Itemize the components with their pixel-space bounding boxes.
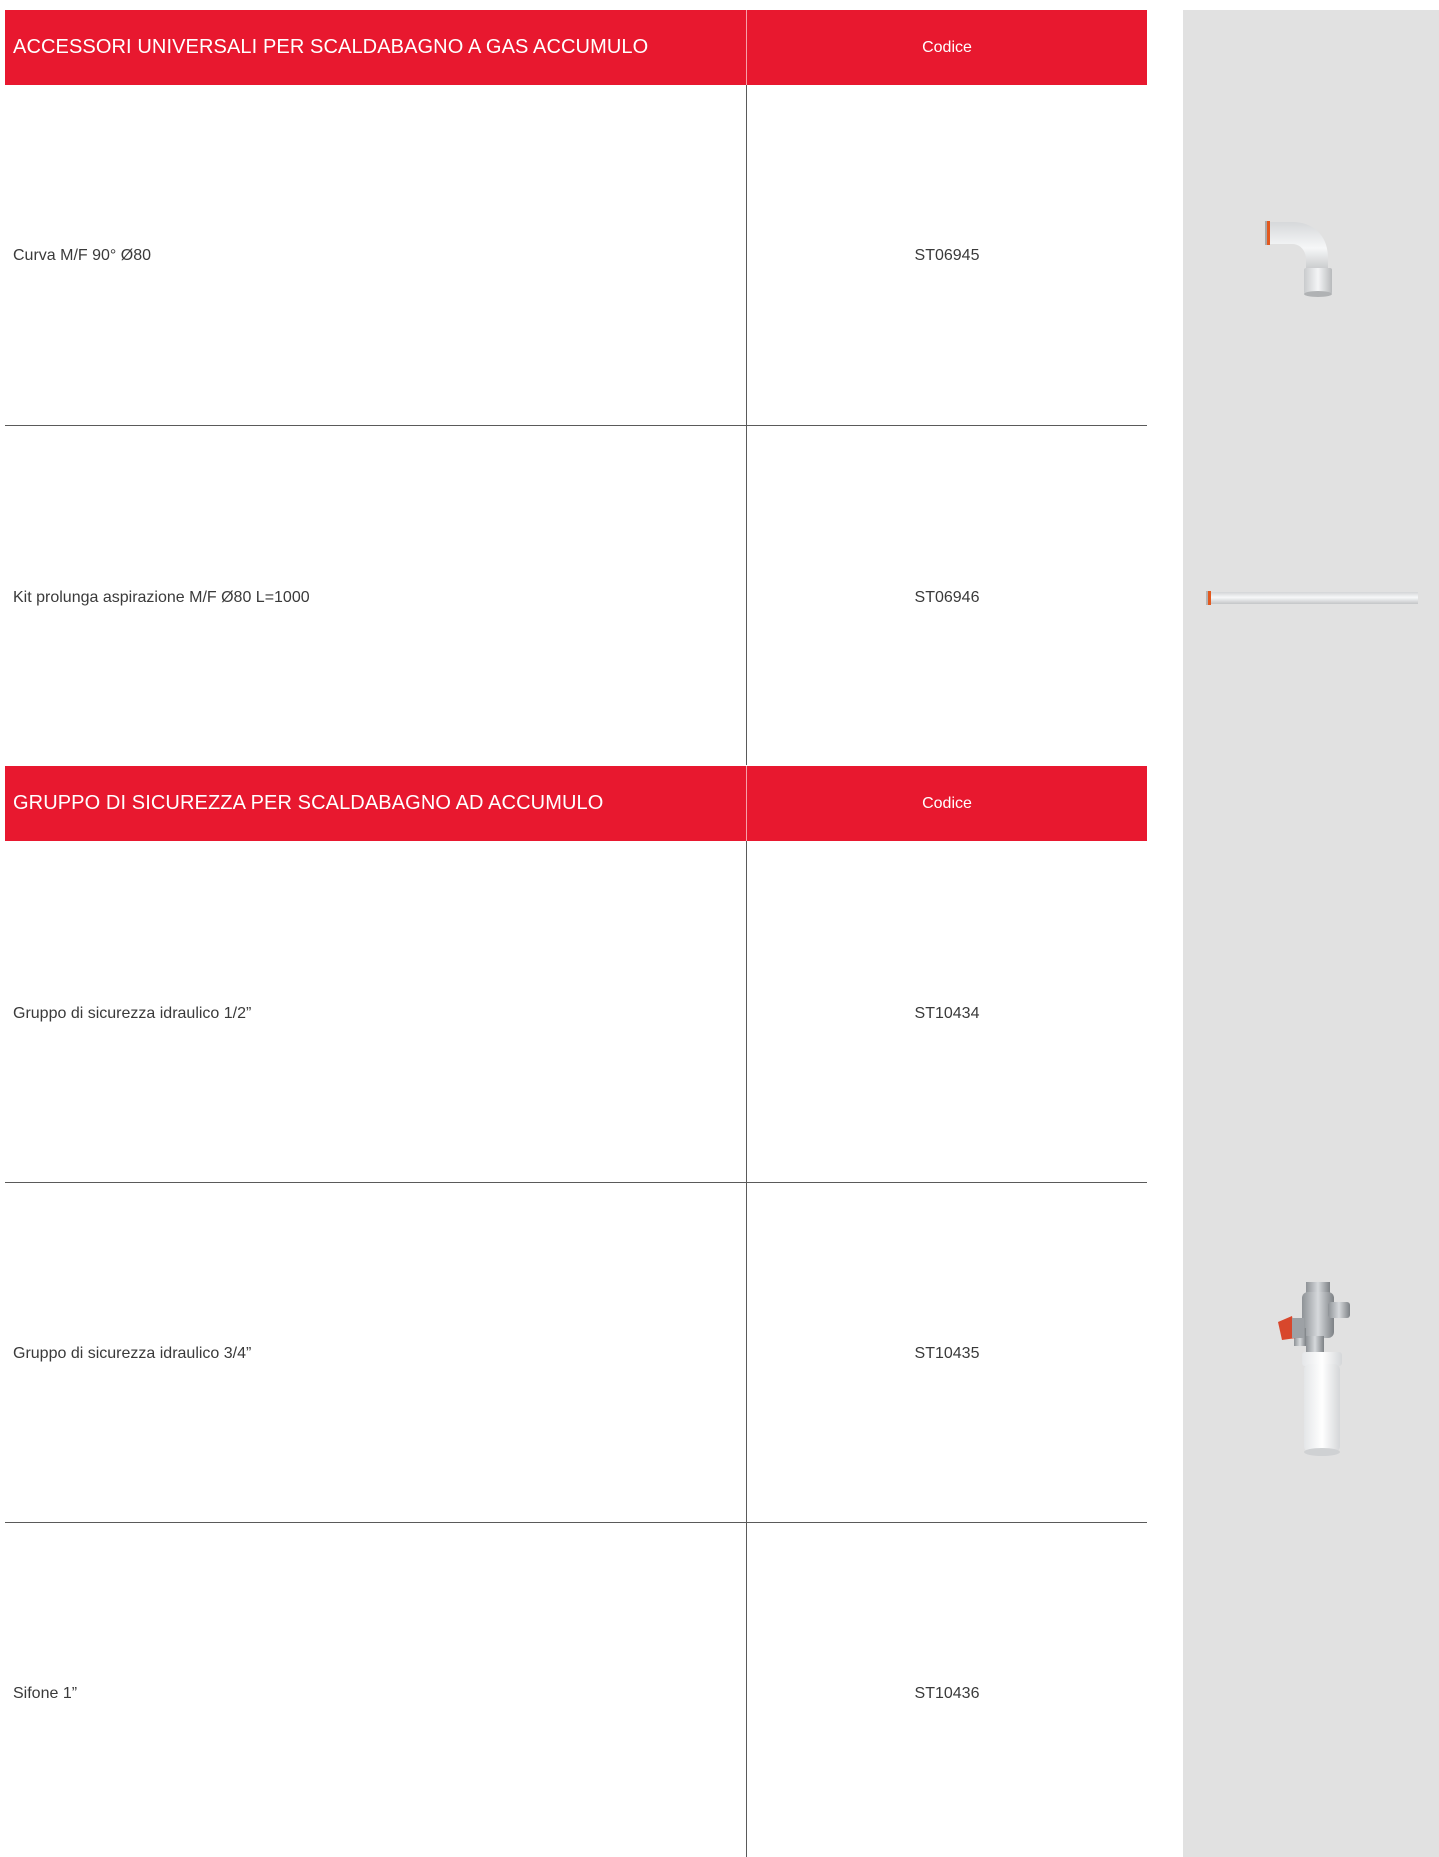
- product-description: Gruppo di sicurezza idraulico 1/2”: [13, 1005, 252, 1022]
- product-code: ST10436: [914, 1685, 980, 1702]
- section-header-accessori: ACCESSORI UNIVERSALI PER SCALDABAGNO A G…: [5, 10, 1147, 85]
- product-description: Sifone 1”: [13, 1685, 78, 1702]
- row-divider: [5, 425, 1147, 426]
- elbow-pipe-image: [1265, 221, 1332, 297]
- product-code: ST10435: [914, 1345, 980, 1362]
- section-title: GRUPPO DI SICUREZZA PER SCALDABAGNO AD A…: [13, 792, 604, 814]
- product-code: ST06946: [914, 589, 980, 606]
- product-description: Curva M/F 90° Ø80: [13, 247, 151, 264]
- product-code: ST10434: [914, 1005, 980, 1022]
- product-description: Gruppo di sicurezza idraulico 3/4”: [13, 1345, 252, 1362]
- row-divider: [5, 1182, 1147, 1183]
- extension-pipe-image: [1206, 591, 1418, 605]
- row-divider: [5, 1522, 1147, 1523]
- section-header-gruppo-sicurezza: GRUPPO DI SICUREZZA PER SCALDABAGNO AD A…: [5, 766, 1147, 841]
- safety-valve-image: [1278, 1282, 1350, 1456]
- product-description: Kit prolunga aspirazione M/F Ø80 L=1000: [13, 589, 310, 606]
- code-column-header: Codice: [922, 39, 972, 56]
- section-title: ACCESSORI UNIVERSALI PER SCALDABAGNO A G…: [13, 36, 649, 58]
- code-column-header: Codice: [922, 795, 972, 812]
- product-code: ST06945: [914, 247, 980, 264]
